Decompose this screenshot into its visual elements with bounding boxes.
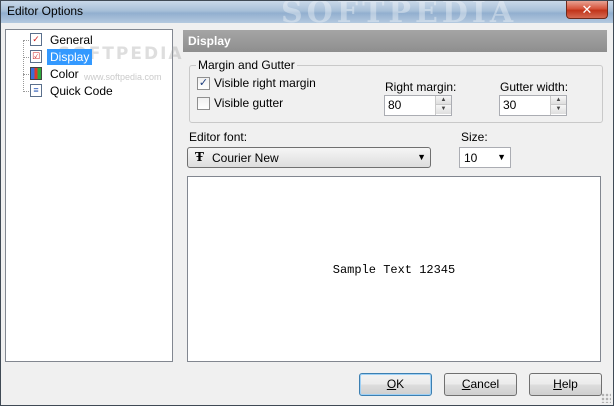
- tree-item-general[interactable]: ✓ General: [23, 32, 163, 48]
- preview-sample-text: Sample Text 12345: [332, 263, 456, 277]
- chevron-down-icon: ▼: [497, 152, 506, 162]
- right-margin-spinner[interactable]: 80 ▲ ▼: [384, 95, 452, 116]
- tree-item-color[interactable]: Color: [23, 66, 163, 82]
- resize-grip[interactable]: [601, 393, 611, 403]
- checklist-icon: ✓: [30, 33, 42, 46]
- help-button[interactable]: Help: [529, 373, 602, 396]
- color-palette-icon: [30, 67, 42, 80]
- gutter-width-label: Gutter width:: [500, 80, 569, 94]
- ok-label-rest: K: [396, 377, 405, 391]
- tree-item-label: General: [50, 33, 93, 47]
- editor-font-value: Courier New: [212, 151, 279, 165]
- size-value: 10: [464, 151, 478, 165]
- margin-gutter-group: Margin and Gutter ✓ Visible right margin…: [189, 58, 603, 123]
- spin-down-icon[interactable]: ▼: [551, 105, 566, 114]
- editor-font-combo[interactable]: Ŧ Courier New ▼: [187, 147, 431, 168]
- cancel-button[interactable]: Cancel: [444, 373, 517, 396]
- gutter-width-value: 30: [503, 98, 517, 112]
- ok-button[interactable]: OK: [359, 373, 432, 396]
- editor-font-label: Editor font:: [189, 130, 248, 144]
- options-tree[interactable]: SOFTPEDIA www.softpedia.com ✓ General ☑ …: [5, 29, 182, 362]
- checkbox-label: Visible gutter: [214, 96, 284, 110]
- right-margin-value: 80: [388, 98, 402, 112]
- ok-mnemonic: O: [386, 377, 397, 391]
- title-watermark: SOFTPEDIA: [281, 0, 518, 30]
- cancel-label-rest: ancel: [470, 377, 500, 391]
- group-title: Margin and Gutter: [196, 58, 297, 72]
- code-document-icon: ≡: [30, 84, 42, 97]
- spin-down-icon[interactable]: ▼: [436, 105, 451, 114]
- close-icon: ✕: [581, 2, 593, 17]
- spin-up-icon[interactable]: ▲: [551, 96, 566, 105]
- tree-item-label: Color: [50, 67, 79, 81]
- font-preview-box: Sample Text 12345: [187, 176, 601, 362]
- gutter-width-spinner[interactable]: 30 ▲ ▼: [499, 95, 567, 116]
- title-bar[interactable]: SOFTPEDIA Editor Options ✕: [1, 1, 613, 30]
- checkbox-label: Visible right margin: [214, 76, 316, 90]
- tree-item-label: Display: [47, 49, 93, 65]
- visible-gutter-checkbox[interactable]: [197, 97, 210, 110]
- display-checklist-icon: ☑: [30, 50, 42, 63]
- close-button[interactable]: ✕: [566, 1, 608, 19]
- help-mnemonic: H: [553, 377, 562, 391]
- tree-item-label: Quick Code: [50, 84, 113, 98]
- help-label-rest: elp: [561, 377, 578, 391]
- spin-up-icon[interactable]: ▲: [436, 96, 451, 105]
- visible-right-margin-checkbox[interactable]: ✓: [197, 77, 210, 90]
- panel-header: Display: [183, 30, 607, 52]
- right-margin-label: Right margin:: [385, 80, 457, 94]
- window-title: Editor Options: [7, 4, 84, 18]
- size-combo[interactable]: 10 ▼: [459, 147, 511, 168]
- truetype-font-icon: Ŧ: [195, 150, 204, 164]
- editor-options-dialog: SOFTPEDIA Editor Options ✕ SOFTPEDIA www…: [0, 0, 614, 406]
- tree-item-display[interactable]: ☑ Display: [23, 49, 163, 65]
- size-label: Size:: [461, 130, 488, 144]
- tree-item-quick-code[interactable]: ≡ Quick Code: [23, 83, 163, 99]
- chevron-down-icon: ▼: [417, 152, 426, 162]
